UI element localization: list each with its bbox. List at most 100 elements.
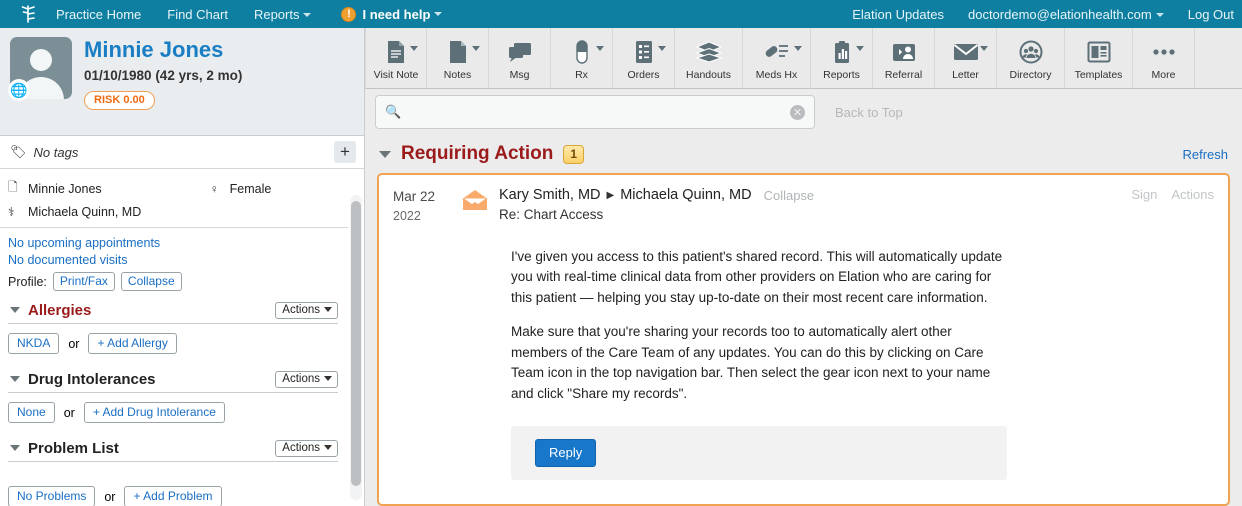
nav-practice-home[interactable]: Practice Home [56,7,141,22]
pill-capsule-icon [575,38,589,66]
toolbar-referral[interactable]: Referral [873,28,935,88]
refresh-link[interactable]: Refresh [1182,147,1228,162]
tag-icon: 🏷 [10,144,27,159]
message-header: Mar 22 2022 Kary Smith, MD ▶ Michaela Qu… [393,187,1214,225]
layout-template-icon [1087,38,1111,66]
add-problem-button[interactable]: + Add Problem [124,486,222,506]
toolbar-reports[interactable]: Reports [811,28,873,88]
chevron-down-icon [303,13,312,18]
print-fax-button[interactable]: Print/Fax [52,272,115,291]
toolbar-letter[interactable]: Letter [935,28,997,88]
add-allergy-button[interactable]: + Add Allergy [88,333,177,354]
toolbar-label: Templates [1074,69,1123,81]
message-collapse-link[interactable]: Collapse [764,188,815,203]
toolbar-handouts[interactable]: Handouts [675,28,743,88]
nav-reports[interactable]: Reports [254,7,312,22]
user-email-label: doctordemo@elationhealth.com [967,6,1152,22]
message-sign-link[interactable]: Sign [1131,187,1157,202]
chevron-down-icon [1155,13,1164,18]
toolbar-rx[interactable]: Rx [551,28,613,88]
toolbar-templates[interactable]: Templates [1065,28,1133,88]
stethoscope-icon: ⚕ [8,205,15,219]
toolbar-label: Rx [575,69,588,81]
requiring-action-title: Requiring Action [401,143,554,164]
triangle-down-icon[interactable] [379,150,391,158]
problem-list-chip-no-problems[interactable]: No Problems [8,486,96,506]
nav-need-help[interactable]: ! I need help [341,6,443,22]
toolbar-visit-note[interactable]: Visit Note [365,28,427,88]
toolbar-directory[interactable]: Directory [997,28,1065,88]
allergies-chip-nkda[interactable]: NKDA [8,333,60,354]
toolbar-notes[interactable]: Notes [427,28,489,88]
triangle-down-icon[interactable] [10,376,20,382]
avatar[interactable]: 🌐 [8,37,72,101]
nav-user-account[interactable]: doctordemo@elationhealth.com [968,7,1164,22]
message-date: Mar 22 2022 [393,187,451,225]
patient-info-block: 🗋 Minnie Jones ♀ Female ⚕ Michaela Quinn… [0,169,348,228]
search-input[interactable] [409,104,790,120]
message-actions: Sign Actions [1131,187,1214,202]
drug-intolerances-chip-none[interactable]: None [8,402,55,423]
info-patient-name: Minnie Jones [28,181,102,196]
drug-intolerances-title: Drug Intolerances [28,370,156,388]
nav-log-out[interactable]: Log Out [1188,7,1234,22]
speech-bubble-icon [508,38,532,66]
toolbar-msg[interactable]: Msg [489,28,551,88]
drug-intolerances-header: Drug Intolerances Actions [8,366,338,393]
clear-circle-icon[interactable]: ✕ [790,104,805,120]
allergies-actions-button[interactable]: Actions [275,301,338,319]
no-documented-visits-link[interactable]: No documented visits [8,253,338,267]
elation-logo-icon[interactable] [0,4,56,24]
chevron-down-icon [324,376,332,381]
back-to-top-link[interactable]: Back to Top [835,105,903,120]
ellipsis-icon [1151,38,1177,66]
message-actions-link[interactable]: Actions [1171,187,1214,202]
problem-list-actions-button[interactable]: Actions [275,439,338,457]
requiring-action-count-badge: 1 [563,144,585,164]
message-subject: Re: Chart Access [499,207,604,222]
patient-name[interactable]: Minnie Jones [84,38,242,61]
drug-intolerances-actions-button[interactable]: Actions [275,370,338,388]
secondary-nav-links: Elation Updates doctordemo@elationhealth… [852,0,1234,28]
add-tag-button[interactable]: + [334,141,356,163]
reply-button[interactable]: Reply [535,439,597,468]
list-clipboard-icon [634,38,654,66]
allergies-header: Allergies Actions [8,297,338,324]
toolbar-orders[interactable]: Orders [613,28,675,88]
toolbar-label: Visit Note [373,69,419,81]
arrow-right-icon: ▶ [606,189,615,201]
nav-find-chart[interactable]: Find Chart [167,7,228,22]
problem-list-body: No Problems or + Add Problem [8,462,338,506]
message-paragraph: I've given you access to this patient's … [511,248,1003,305]
toolbar-label: More [1151,69,1176,81]
chevron-down-icon [410,46,418,51]
message-paragraph: Make sure that you're sharing your recor… [511,324,991,401]
profile-collapse-button[interactable]: Collapse [120,272,182,291]
search-field-wrapper[interactable]: 🔍 ✕ [375,95,815,129]
toolbar-label: Letter [952,69,979,81]
no-upcoming-appointments-link[interactable]: No upcoming appointments [8,236,338,250]
triangle-down-icon[interactable] [10,307,20,313]
profile-row: Profile: Print/Fax Collapse [8,272,338,291]
triangle-down-icon[interactable] [10,445,20,451]
toolbar-label: Reports [823,69,860,81]
message-participants: Kary Smith, MD ▶ Michaela Quinn, MD Coll… [499,187,1121,203]
page-icon [448,38,468,66]
section-drug-intolerances: Drug Intolerances Actions None or + Add … [0,366,348,435]
add-drug-intolerance-button[interactable]: + Add Drug Intolerance [83,402,225,423]
section-problem-list: Problem List Actions No Problems or + Ad… [0,435,348,506]
toolbar-label: Meds Hx [755,69,798,81]
message-subject-block: Kary Smith, MD ▶ Michaela Quinn, MD Coll… [499,187,1121,222]
problem-list-actions-label: Actions [282,441,320,454]
search-bar-row: 🔍 ✕ Back to Top [365,89,1242,135]
toolbar-more[interactable]: More [1133,28,1195,88]
allergies-body: NKDA or + Add Allergy [8,324,338,366]
sidebar-scrollbar-thumb[interactable] [351,201,361,486]
nav-elation-updates[interactable]: Elation Updates [852,7,944,22]
top-navigation-bar: Practice Home Find Chart Reports ! I nee… [0,0,1242,28]
toolbar-meds-hx[interactable]: Meds Hx [743,28,811,88]
toolbar-label: Orders [627,69,660,81]
message-card: Mar 22 2022 Kary Smith, MD ▶ Michaela Qu… [377,173,1230,506]
problem-list-title: Problem List [28,439,119,457]
patient-links-block: No upcoming appointments No documented v… [0,228,348,297]
